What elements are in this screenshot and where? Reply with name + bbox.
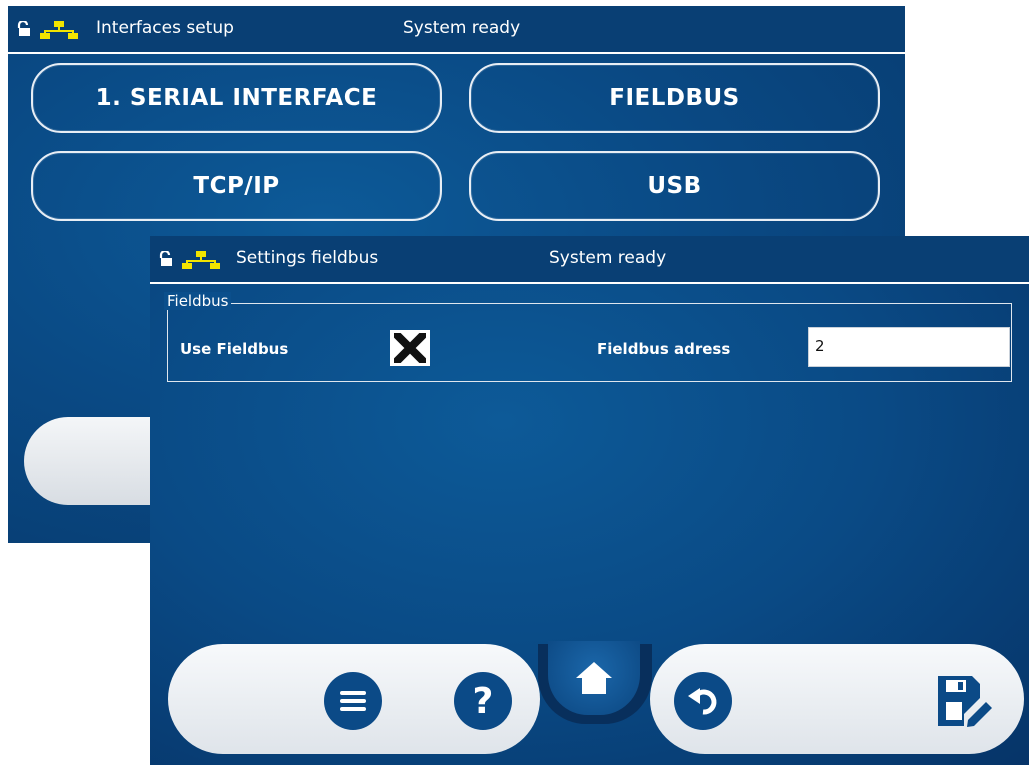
title-bar: Settings fieldbus System ready (150, 236, 1029, 284)
unlocked-icon (159, 251, 172, 266)
undo-button[interactable] (674, 672, 732, 730)
system-status: System ready (403, 18, 521, 38)
window-title: Interfaces setup (96, 18, 234, 38)
network-icon (40, 21, 78, 39)
menu-icon (340, 691, 366, 711)
checked-x-icon (394, 333, 426, 363)
bottom-nav-bar: ? (168, 641, 1024, 754)
fieldbus-address-input[interactable]: 2 (808, 327, 1010, 367)
tcp-ip-button[interactable]: TCP/IP (31, 151, 442, 221)
serial-interface-button[interactable]: 1. SERIAL INTERFACE (31, 63, 442, 133)
help-button[interactable]: ? (454, 672, 512, 730)
groupbox-legend: Fieldbus (164, 292, 232, 310)
unlocked-icon (17, 21, 30, 36)
save-edit-icon (938, 676, 992, 727)
undo-icon (688, 688, 717, 715)
window-title: Settings fieldbus (236, 248, 379, 268)
usb-button[interactable]: USB (469, 151, 880, 221)
network-icon (182, 251, 220, 269)
use-fieldbus-label: Use Fieldbus (180, 340, 289, 358)
use-fieldbus-checkbox[interactable] (390, 330, 430, 366)
save-edit-button[interactable] (934, 672, 994, 730)
home-icon (576, 662, 612, 694)
settings-fieldbus-screen: Settings fieldbus System ready Fieldbus … (150, 236, 1029, 765)
fieldbus-address-label: Fieldbus adress (597, 340, 731, 358)
help-icon: ? (472, 680, 494, 722)
title-bar: Interfaces setup System ready (8, 6, 905, 54)
fieldbus-button[interactable]: FIELDBUS (469, 63, 880, 133)
home-button[interactable] (548, 641, 640, 715)
system-status: System ready (549, 248, 667, 268)
menu-button[interactable] (324, 672, 382, 730)
